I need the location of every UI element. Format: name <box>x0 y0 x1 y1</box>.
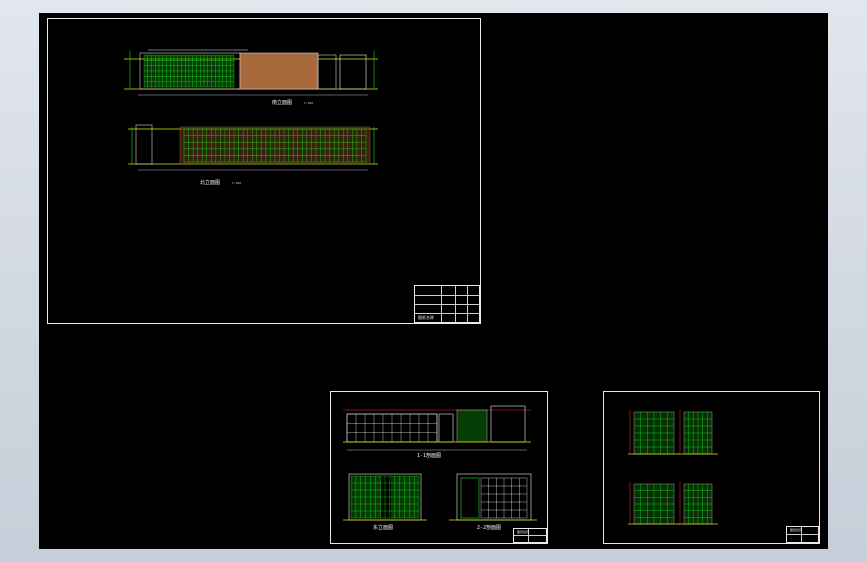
title-block: 图纸名称 <box>786 526 819 543</box>
drawing-title: 2-2剖面图 <box>477 525 502 531</box>
drawing-sheet-side-elevations[interactable]: 图纸名称 <box>603 391 820 544</box>
side-elevation-drawings <box>628 410 718 525</box>
drawing-title: 东立面图 <box>373 525 394 531</box>
title-block: 图纸名称 <box>414 285 480 323</box>
drawing-scale: 1:100 <box>232 181 242 185</box>
title-block: 图纸名称 <box>513 528 547 543</box>
title-block-label: 图纸名称 <box>517 530 530 534</box>
title-block-label: 图纸名称 <box>790 528 803 532</box>
section-1-1 <box>343 405 531 451</box>
section-drawings <box>343 405 537 521</box>
north-elevation <box>128 124 378 171</box>
drawing-sheet-elevations[interactable]: 南立面图 1:100 北立面图 1:100 图纸名称 <box>47 18 481 324</box>
elevation-drawings <box>124 49 378 171</box>
south-elevation <box>124 49 378 96</box>
drawing-title: 南立面图 <box>272 100 293 106</box>
drawing-sheet-sections[interactable]: 1-1剖面图 东立面图 2-2剖面图 图纸名称 <box>330 391 548 544</box>
drawing-title: 北立面图 <box>200 180 221 186</box>
section-2-2 <box>449 473 537 521</box>
east-elevation <box>343 473 427 521</box>
drawing-title: 1-1剖面图 <box>417 453 442 459</box>
drawing-scale: 1:100 <box>304 101 314 105</box>
drawing-canvas[interactable]: 南立面图 1:100 北立面图 1:100 图纸名称 1-1剖面图 东立面图 2… <box>39 13 828 549</box>
title-block-label: 图纸名称 <box>418 315 434 320</box>
